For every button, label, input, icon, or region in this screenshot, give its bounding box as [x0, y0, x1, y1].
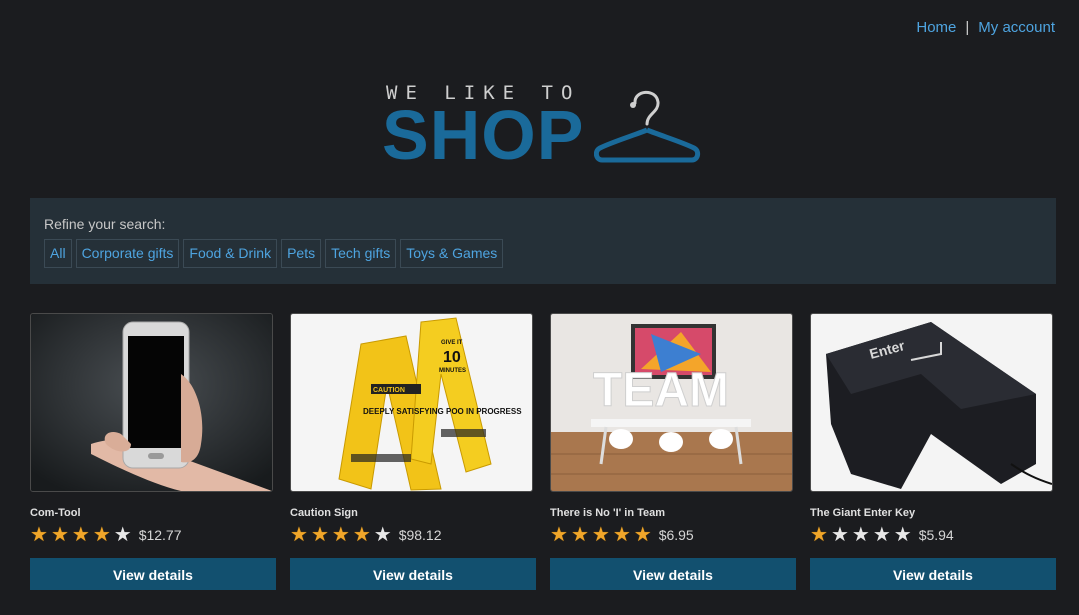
filter-toys-games[interactable]: Toys & Games: [400, 239, 504, 268]
star-filled-icon: ★: [92, 524, 111, 546]
filter-corporate-gifts[interactable]: Corporate gifts: [75, 239, 180, 268]
product-image[interactable]: [30, 313, 273, 492]
product-image[interactable]: Enter: [810, 313, 1053, 492]
product-name[interactable]: Caution Sign: [290, 507, 533, 519]
star-rating: ★ ★ ★ ★ ★: [30, 525, 132, 545]
star-filled-icon: ★: [331, 524, 350, 546]
filter-list: All Corporate gifts Food & Drink Pets Te…: [44, 239, 1042, 268]
view-details-button[interactable]: View details: [290, 558, 536, 590]
sign2-bottom: MINUTES: [439, 368, 466, 374]
my-account-link[interactable]: My account: [978, 19, 1055, 36]
star-filled-icon: ★: [612, 524, 631, 546]
product-price: $6.95: [658, 527, 694, 543]
product-rating: ★ ★ ★ ★ ★ $6.95: [550, 523, 793, 547]
view-details-button[interactable]: View details: [810, 558, 1056, 590]
product-image[interactable]: TEAM: [550, 313, 793, 492]
star-empty-icon: ★: [373, 524, 392, 546]
star-filled-icon: ★: [633, 524, 652, 546]
product-name[interactable]: The Giant Enter Key: [810, 507, 1053, 519]
hanger-icon: [594, 90, 701, 163]
star-filled-icon: ★: [30, 524, 48, 546]
product-price: $5.94: [918, 527, 954, 543]
sign2-number: 10: [443, 349, 461, 366]
star-filled-icon: ★: [550, 524, 568, 546]
sign2-top: GIVE IT: [441, 340, 463, 346]
product-price: $98.12: [398, 527, 442, 543]
refine-label: Refine your search:: [44, 216, 166, 232]
star-filled-icon: ★: [810, 524, 828, 546]
product-card: Com-Tool ★ ★ ★ ★ ★ $12.77 View details: [30, 313, 276, 590]
product-price: $12.77: [138, 527, 182, 543]
product-name[interactable]: Com-Tool: [30, 507, 273, 519]
product-card: TEAM There is No 'I' in Team ★ ★ ★ ★ ★ $6.95…: [550, 313, 796, 590]
product-grid: Com-Tool ★ ★ ★ ★ ★ $12.77 View details CAUTI…: [30, 313, 1056, 590]
top-nav: Home | My account: [916, 19, 1055, 36]
star-filled-icon: ★: [570, 524, 589, 546]
product-name[interactable]: There is No 'I' in Team: [550, 507, 793, 519]
product-card: Enter The Giant Enter Key ★ ★ ★ ★ ★ $5.94 Vi…: [810, 313, 1056, 590]
nav-separator: |: [965, 19, 970, 36]
star-rating: ★ ★ ★ ★ ★: [810, 525, 912, 545]
product-image[interactable]: CAUTION DEEPLY SATISFYING POO IN PROGRES…: [290, 313, 533, 492]
star-empty-icon: ★: [872, 524, 891, 546]
star-filled-icon: ★: [290, 524, 308, 546]
view-details-button[interactable]: View details: [550, 558, 796, 590]
view-details-button[interactable]: View details: [30, 558, 276, 590]
star-filled-icon: ★: [71, 524, 90, 546]
shop-logo[interactable]: WE LIKE TO SHOP: [382, 80, 702, 170]
filter-food-drink[interactable]: Food & Drink: [183, 239, 278, 268]
filter-pets[interactable]: Pets: [281, 239, 322, 268]
star-empty-icon: ★: [830, 524, 849, 546]
star-empty-icon: ★: [893, 524, 912, 546]
star-filled-icon: ★: [50, 524, 69, 546]
filter-all[interactable]: All: [44, 239, 72, 268]
star-rating: ★ ★ ★ ★ ★: [550, 525, 652, 545]
filter-tech-gifts[interactable]: Tech gifts: [325, 239, 397, 268]
refine-panel: Refine your search: All Corporate gifts …: [30, 198, 1056, 284]
star-empty-icon: ★: [113, 524, 132, 546]
star-empty-icon: ★: [851, 524, 870, 546]
product-rating: ★ ★ ★ ★ ★ $98.12: [290, 523, 533, 547]
star-rating: ★ ★ ★ ★ ★: [290, 525, 392, 545]
product-card: CAUTION DEEPLY SATISFYING POO IN PROGRES…: [290, 313, 536, 590]
product-rating: ★ ★ ★ ★ ★ $5.94: [810, 523, 1053, 547]
product-rating: ★ ★ ★ ★ ★ $12.77: [30, 523, 273, 547]
star-filled-icon: ★: [310, 524, 329, 546]
team-word: TEAM: [593, 364, 729, 417]
logo-word: SHOP: [382, 96, 585, 174]
sign-header: CAUTION: [373, 387, 405, 394]
sign-body: DEEPLY SATISFYING POO IN PROGRESS: [363, 407, 522, 416]
star-filled-icon: ★: [591, 524, 610, 546]
home-link[interactable]: Home: [916, 19, 956, 36]
star-filled-icon: ★: [352, 524, 371, 546]
